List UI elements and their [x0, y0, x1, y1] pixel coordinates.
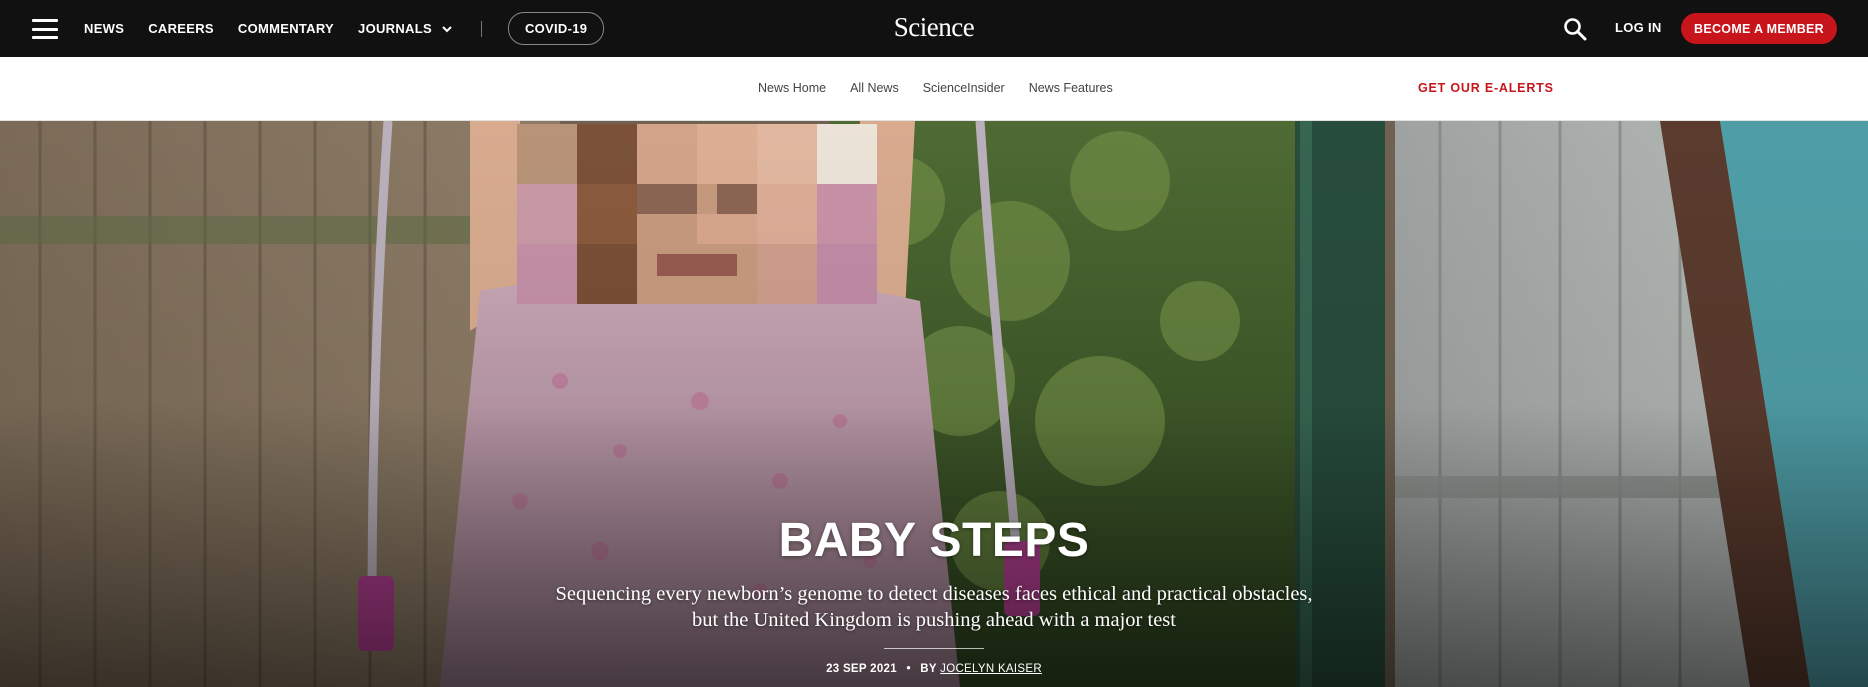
hero-headline[interactable]: BABY STEPS: [0, 515, 1868, 567]
nav-divider: [480, 20, 482, 37]
hero-dek: Sequencing every newborn’s genome to det…: [555, 583, 1313, 631]
news-subnav: News Home All News ScienceInsider News F…: [0, 57, 1868, 121]
nav-journals-label: JOURNALS: [358, 21, 432, 36]
author-link[interactable]: JOCELYN KAISER: [940, 663, 1042, 675]
nav-commentary[interactable]: COMMENTARY: [238, 21, 334, 36]
hero-section: BABY STEPS Sequencing every newborn’s ge…: [0, 121, 1868, 687]
get-e-alerts-link[interactable]: GET OUR E-ALERTS: [1418, 81, 1554, 95]
hero-rule: [884, 648, 984, 649]
nav-careers[interactable]: CAREERS: [148, 21, 214, 36]
byline-bullet: •: [906, 663, 911, 675]
hero-byline: 23 SEP 2021 • BY JOCELYN KAISER: [0, 663, 1868, 675]
subnav-all-news[interactable]: All News: [850, 81, 899, 95]
nav-news[interactable]: NEWS: [84, 21, 124, 36]
subnav-news-home[interactable]: News Home: [758, 81, 826, 95]
chevron-down-icon: [442, 25, 452, 32]
article-date: 23 SEP 2021: [826, 663, 897, 675]
top-bar: NEWS CAREERS COMMENTARY JOURNALS COVID-1…: [0, 0, 1868, 57]
become-member-button[interactable]: BECOME A MEMBER: [1681, 13, 1837, 44]
main-nav: NEWS CAREERS COMMENTARY JOURNALS COVID-1…: [84, 0, 628, 57]
science-logo[interactable]: Science: [894, 12, 975, 42]
subnav-news-features[interactable]: News Features: [1029, 81, 1113, 95]
hero-text-block: BABY STEPS Sequencing every newborn’s ge…: [0, 515, 1868, 676]
search-icon[interactable]: [1563, 17, 1587, 41]
nav-journals[interactable]: JOURNALS: [358, 21, 453, 36]
covid-19-button[interactable]: COVID-19: [507, 12, 605, 45]
hamburger-menu-icon[interactable]: [32, 19, 58, 39]
byline-prefix: BY: [920, 663, 937, 675]
subnav-scienceinsider[interactable]: ScienceInsider: [923, 81, 1005, 95]
login-link[interactable]: LOG IN: [1615, 20, 1662, 35]
news-subnav-links: News Home All News ScienceInsider News F…: [758, 81, 1137, 95]
